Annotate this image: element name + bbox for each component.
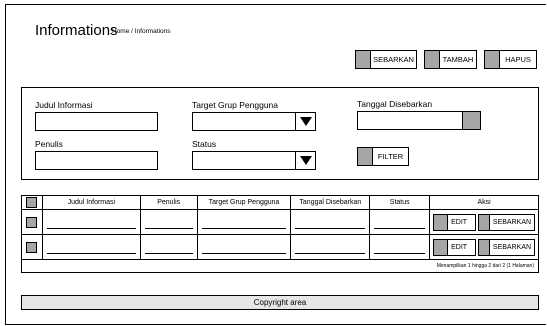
row-checkbox[interactable]: [26, 216, 38, 228]
status-label: Status: [192, 139, 217, 149]
cell-placeholder: [374, 252, 426, 254]
data-table: Judul Informasi Penulis Target Grup Peng…: [21, 195, 539, 273]
button-icon: [485, 51, 500, 68]
column-header[interactable]: Penulis: [139, 195, 198, 210]
tanggal-input[interactable]: [357, 111, 481, 130]
column-header[interactable]: Judul Informasi: [41, 195, 141, 210]
target-label: Target Grup Pengguna: [192, 100, 279, 110]
button-icon: [356, 51, 371, 68]
pagination-row: Menampilkan 1 hingga 2 dari 2 (1 Halaman…: [21, 259, 539, 273]
page-title: Informations: [35, 22, 118, 39]
row-sebarkan-button[interactable]: SEBARKAN: [478, 238, 536, 256]
button-icon: [425, 51, 440, 68]
breadcrumb[interactable]: Home / Informations: [112, 28, 171, 35]
target-select[interactable]: [192, 112, 316, 131]
penulis-input[interactable]: [35, 151, 158, 170]
column-header: Aksi: [429, 195, 539, 210]
chevron-down-icon[interactable]: [295, 113, 315, 130]
cell-placeholder: [144, 227, 193, 229]
cell-placeholder: [295, 227, 366, 229]
judul-label: Judul Informasi: [35, 100, 93, 110]
column-header[interactable]: Status: [369, 195, 431, 210]
select-all-cell[interactable]: [21, 195, 43, 210]
column-header[interactable]: Tanggal Disebarkan: [290, 195, 371, 210]
tambah-button[interactable]: TAMBAH: [424, 50, 477, 69]
penulis-label: Penulis: [35, 139, 63, 149]
row-checkbox[interactable]: [26, 241, 38, 253]
footer: Copyright area: [21, 295, 539, 310]
judul-input[interactable]: [35, 112, 158, 131]
edit-button[interactable]: EDIT: [433, 238, 477, 256]
chevron-down-icon[interactable]: [295, 152, 315, 169]
hapus-button[interactable]: HAPUS: [484, 50, 537, 69]
button-icon: [358, 148, 373, 165]
filter-button[interactable]: FILTER: [357, 147, 409, 166]
cell-placeholder: [46, 252, 136, 254]
cell-placeholder: [144, 252, 193, 254]
tanggal-label: Tanggal Disebarkan: [357, 99, 433, 109]
checkbox-icon[interactable]: [26, 197, 38, 208]
status-select[interactable]: [192, 151, 316, 170]
cell-placeholder: [374, 227, 426, 229]
cell-placeholder: [201, 227, 287, 229]
row-sebarkan-button[interactable]: SEBARKAN: [478, 213, 536, 231]
cell-placeholder: [201, 252, 287, 254]
column-header[interactable]: Target Grup Pengguna: [196, 195, 292, 210]
table-header: Judul Informasi Penulis Target Grup Peng…: [21, 195, 539, 210]
edit-button[interactable]: EDIT: [433, 213, 477, 231]
table-row: EDIT SEBARKAN: [21, 209, 539, 235]
sebarkan-button[interactable]: SEBARKAN: [355, 50, 417, 69]
cell-placeholder: [295, 252, 366, 254]
copyright-text: Copyright area: [253, 298, 307, 307]
pagination-info: Menampilkan 1 hingga 2 dari 2 (1 Halaman…: [21, 259, 539, 273]
cell-placeholder: [46, 227, 136, 229]
calendar-icon[interactable]: [462, 112, 480, 129]
table-row: EDIT SEBARKAN: [21, 234, 539, 260]
